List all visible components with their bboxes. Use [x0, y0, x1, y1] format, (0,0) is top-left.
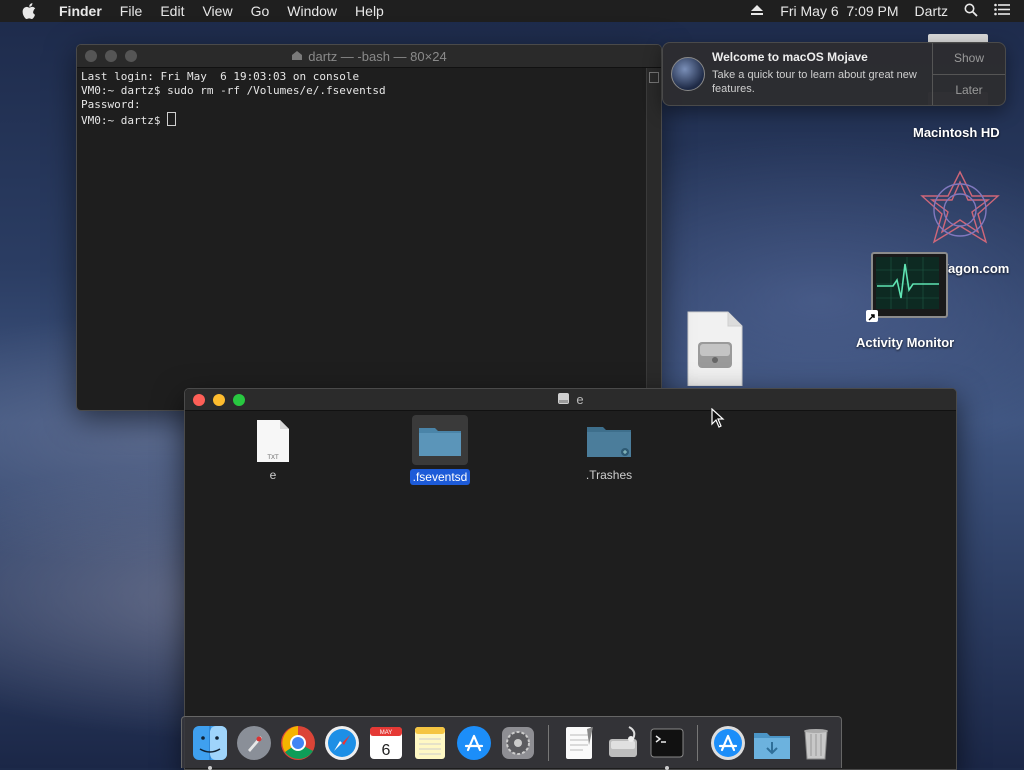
text-cursor: [167, 112, 177, 126]
dock: MAY 6: [181, 716, 842, 770]
dock-app-store-2[interactable]: [709, 724, 747, 762]
terminal-scrollbar[interactable]: [646, 68, 661, 410]
terminal-window[interactable]: dartz — -bash — 80×24 Last login: Fri Ma…: [76, 44, 662, 411]
chrome-icon: [281, 725, 315, 760]
menubar-user[interactable]: Dartz: [915, 3, 948, 19]
file-item-e[interactable]: TXT e: [223, 419, 323, 484]
menu-help[interactable]: Help: [346, 0, 393, 22]
home-folder-icon: [291, 49, 303, 64]
mouse-pointer-icon: [711, 407, 725, 428]
terminal-output[interactable]: Last login: Fri May 6 19:03:03 on consol…: [77, 68, 647, 410]
menu-edit[interactable]: Edit: [151, 0, 193, 22]
dock-separator: [548, 724, 549, 761]
terminal-prompt: VM0:~ dartz$: [81, 114, 168, 127]
dock-notes[interactable]: [411, 724, 449, 762]
apple-icon[interactable]: [20, 2, 38, 20]
activity-monitor-icon[interactable]: [871, 252, 948, 318]
alias-arrow-icon: [866, 310, 878, 322]
mojave-icon: [671, 57, 705, 91]
gear-icon: [502, 726, 534, 759]
txt-badge: TXT: [267, 455, 279, 461]
menu-file[interactable]: File: [111, 0, 152, 22]
dock-disk-utility[interactable]: [604, 724, 642, 762]
terminal-icon: [650, 728, 684, 757]
wagon-app-icon[interactable]: [916, 168, 1004, 252]
dock-separator: [697, 724, 698, 761]
notification-actions: Show Later: [932, 43, 1005, 105]
terminal-line: VM0:~ dartz$ sudo rm -rf /Volumes/e/.fse…: [81, 84, 386, 97]
menu-go[interactable]: Go: [242, 0, 279, 22]
disk-icon: [557, 392, 570, 408]
dock-safari[interactable]: [323, 724, 361, 762]
finder-icon: [193, 725, 227, 760]
dock-finder[interactable]: [191, 724, 229, 770]
wagon-label[interactable]: Vagon.com: [940, 261, 1009, 276]
scrollbar-toggle-icon[interactable]: [649, 72, 659, 83]
dock-chrome[interactable]: [279, 724, 317, 762]
dock-downloads[interactable]: [753, 724, 791, 762]
notification-text: Take a quick tour to learn about great n…: [712, 69, 917, 95]
terminal-title: dartz — -bash — 80×24: [77, 49, 661, 64]
dock-app-store[interactable]: [455, 724, 493, 762]
dock-calendar[interactable]: MAY 6: [367, 724, 405, 762]
folder-item-fseventsd[interactable]: .fseventsd: [390, 415, 490, 486]
dock-textedit[interactable]: [560, 724, 598, 762]
folder-item-trashes[interactable]: .Trashes: [559, 419, 659, 484]
dock-trash[interactable]: [797, 724, 835, 762]
finder-title: e: [185, 392, 956, 408]
txt-file-icon: TXT: [256, 419, 290, 463]
file-item-label: .Trashes: [585, 468, 633, 482]
menubar-clock[interactable]: Fri May 6 7:09 PM: [780, 3, 898, 19]
app-store-icon: [711, 725, 745, 760]
trash-icon: [804, 728, 828, 759]
calendar-day: 6: [382, 742, 391, 759]
later-button[interactable]: Later: [933, 75, 1005, 106]
search-icon[interactable]: [964, 3, 978, 20]
disk-image-icon[interactable]: [686, 310, 744, 387]
calendar-icon: MAY 6: [370, 726, 402, 759]
menu-bar: Finder File Edit View Go Window Help Fri…: [0, 0, 1024, 22]
menu-window[interactable]: Window: [278, 0, 346, 22]
notification-title: Welcome to macOS Mojave: [712, 50, 868, 64]
dock-system-preferences[interactable]: [499, 724, 537, 762]
disk-utility-icon: [609, 725, 637, 757]
finder-titlebar[interactable]: e: [185, 389, 956, 411]
eject-icon[interactable]: [750, 3, 764, 19]
folder-icon: [412, 415, 468, 465]
terminal-title-text: dartz — -bash — 80×24: [308, 48, 447, 64]
terminal-titlebar[interactable]: dartz — -bash — 80×24: [77, 45, 661, 68]
launchpad-icon: [237, 725, 271, 760]
terminal-line: Password:: [81, 98, 141, 111]
menu-view[interactable]: View: [193, 0, 241, 22]
activity-monitor-label[interactable]: Activity Monitor: [856, 335, 954, 350]
finder-title-text: e: [576, 392, 584, 407]
calendar-month: MAY: [380, 730, 393, 736]
terminal-prompt-line: VM0:~ dartz$: [81, 112, 643, 128]
file-item-label: e: [269, 468, 277, 482]
textedit-icon: [566, 726, 593, 759]
menu-app-name[interactable]: Finder: [50, 0, 111, 22]
notes-icon: [415, 726, 445, 759]
notification-center-icon[interactable]: [994, 3, 1010, 19]
safari-icon: [325, 725, 359, 760]
finder-window[interactable]: e TXT e .fseventsd .Trashes: [184, 388, 957, 770]
file-item-label: .fseventsd: [409, 469, 471, 485]
downloads-folder-icon: [754, 732, 790, 759]
macintosh-hd-label[interactable]: Macintosh HD: [913, 125, 1000, 140]
dock-launchpad[interactable]: [235, 724, 273, 762]
terminal-line: Last login: Fri May 6 19:03:03 on consol…: [81, 70, 360, 83]
dock-terminal[interactable]: [648, 724, 686, 770]
notification-banner[interactable]: Welcome to macOS Mojave Take a quick tou…: [662, 42, 1006, 106]
app-store-icon: [457, 725, 491, 760]
folder-icon: [585, 419, 633, 463]
show-button[interactable]: Show: [933, 43, 1005, 75]
